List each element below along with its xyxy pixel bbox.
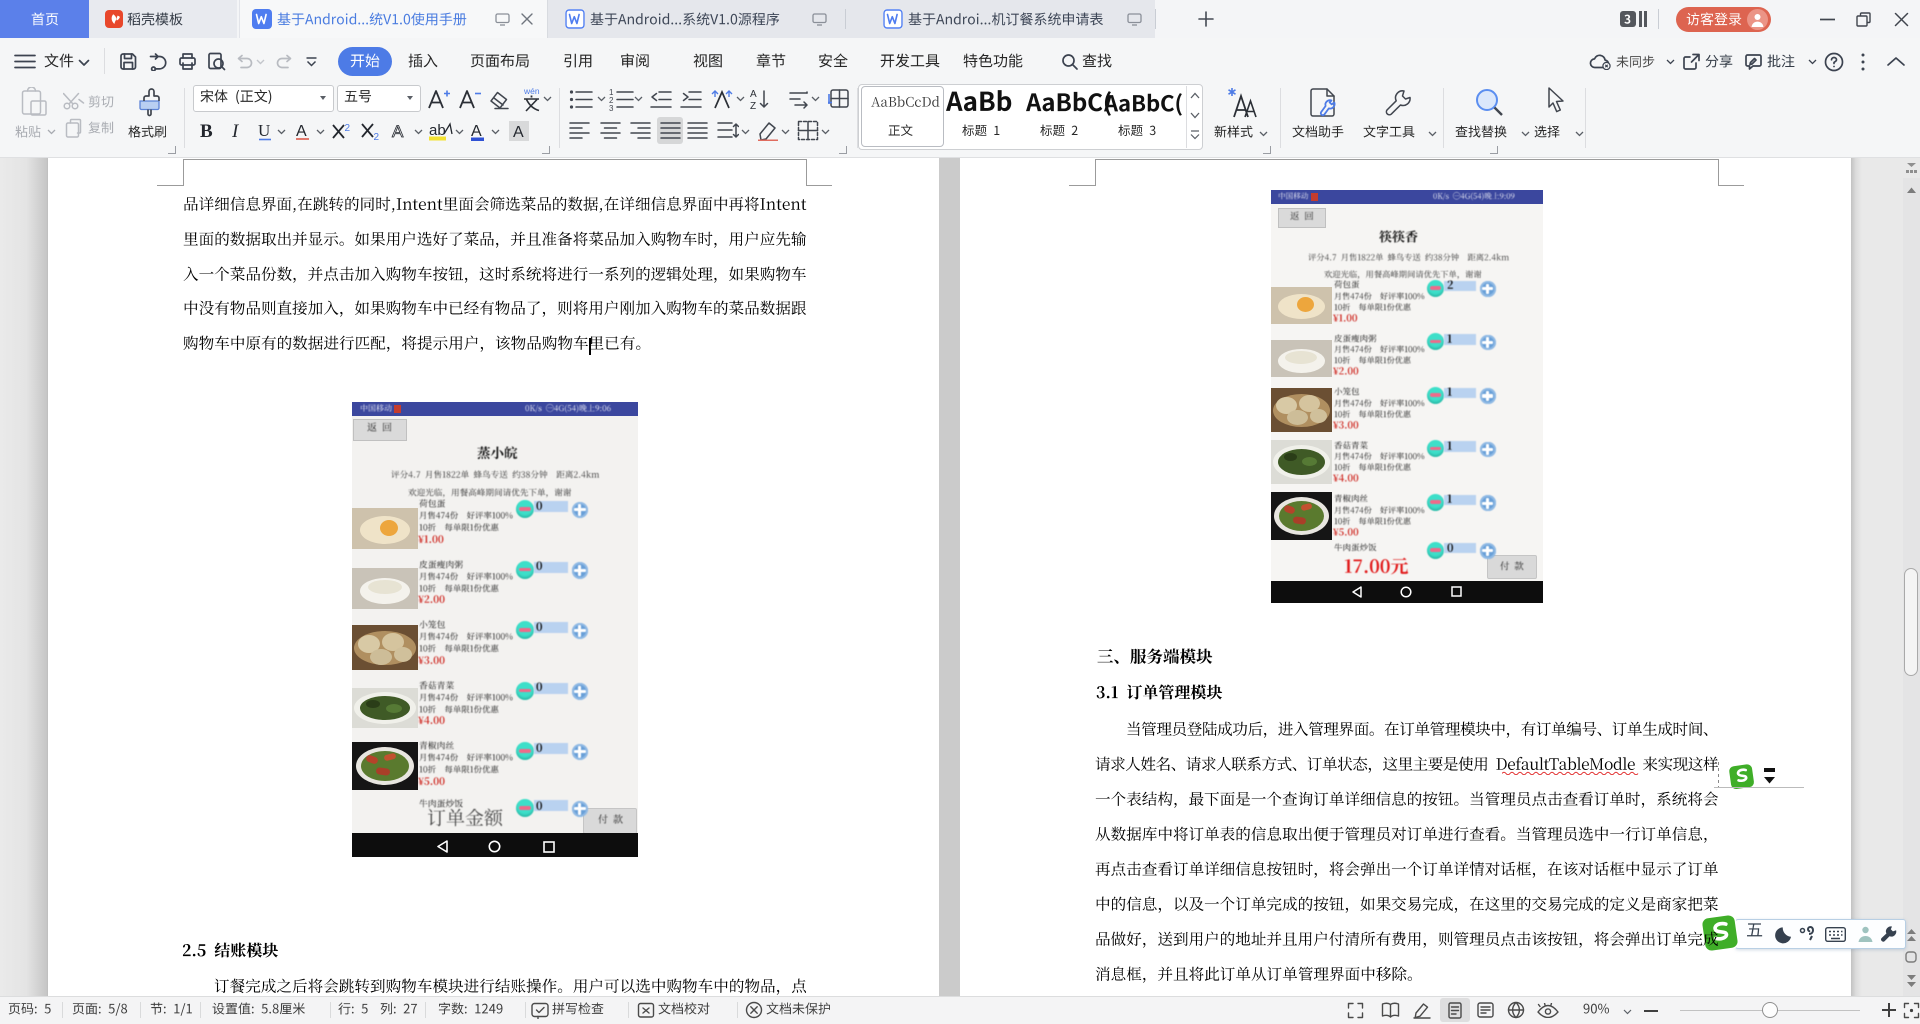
svg-text:B: B (200, 121, 213, 140)
svg-text:A: A (513, 124, 524, 140)
svg-text:A: A (392, 122, 404, 141)
svg-text:A: A (750, 89, 757, 100)
svg-text:I: I (232, 121, 240, 140)
svg-text:ab: ab (429, 122, 446, 139)
svg-text:A: A (296, 123, 307, 140)
svg-text:2: 2 (374, 132, 380, 140)
svg-text:U: U (258, 121, 270, 140)
svg-text:Z: Z (750, 101, 756, 111)
svg-text:A: A (471, 123, 482, 140)
svg-text:3: 3 (609, 104, 614, 111)
svg-text:wén: wén (523, 86, 540, 96)
svg-text:2: 2 (345, 123, 351, 134)
